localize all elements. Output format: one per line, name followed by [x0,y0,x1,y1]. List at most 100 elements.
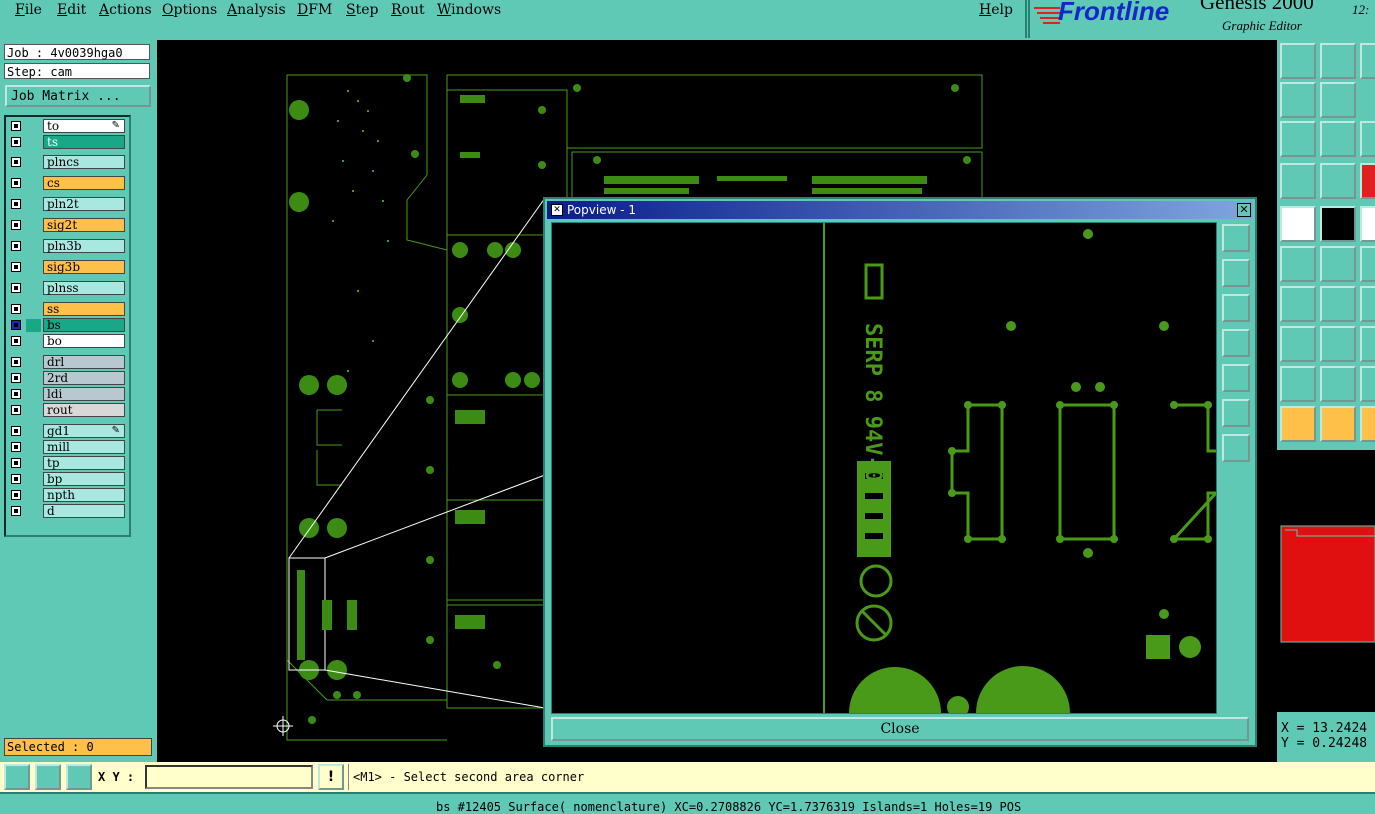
layer-name[interactable]: cs [43,176,125,190]
layer-checkbox[interactable] [11,474,21,484]
layer-checkbox[interactable] [11,373,21,383]
popview-pan-up[interactable] [1222,259,1250,287]
layer-checkbox[interactable] [11,157,21,167]
select-tool[interactable] [1280,206,1316,242]
layer-checkbox[interactable] [11,320,21,330]
layer-row-sig3b[interactable]: sig3b [8,260,126,275]
layer-row-ldi[interactable]: ldi [8,387,126,402]
circle-tool[interactable] [1360,246,1375,282]
popview-canvas[interactable]: SERP 8 94V-0 [551,222,1217,714]
layer-checkbox[interactable] [11,426,21,436]
zoom-home-tool[interactable] [1280,43,1316,79]
menu-windows[interactable]: Windows [437,2,501,18]
layer-checkbox[interactable] [11,283,21,293]
dimension-tool[interactable] [1360,326,1375,362]
window-menu-icon[interactable]: ✕ [551,204,563,216]
pointer-tool[interactable] [1280,406,1316,442]
feature-tool[interactable] [1320,206,1356,242]
layer-row-d[interactable]: d [8,504,126,519]
highlight-tool[interactable] [1360,163,1375,199]
layer-name[interactable]: d [43,504,125,518]
layer-name[interactable]: pln2t [43,197,125,211]
popview-pan-right[interactable] [1222,364,1250,392]
layer-name[interactable]: plncs [43,155,125,169]
layer-row-rout[interactable]: rout [8,403,126,418]
layer-checkbox[interactable] [11,442,21,452]
layer-checkbox[interactable] [11,137,21,147]
minimap[interactable] [1277,450,1375,712]
menu-help[interactable]: Help [979,2,1013,18]
layer-name[interactable]: to ✎ [43,119,125,133]
menu-actions[interactable]: Actions [99,2,152,18]
layer-row-plncs[interactable]: plncs [8,155,126,170]
layer-row-ts[interactable]: ts [8,135,126,150]
popview-zoom-tool[interactable] [1222,224,1250,252]
layer-row-pln3b[interactable]: pln3b [8,239,126,254]
pan-right-tool[interactable] [1320,82,1356,118]
layer-name[interactable]: plnss [43,281,125,295]
popview-zoom-fit[interactable] [1222,399,1250,427]
pan-left-tool[interactable] [1280,82,1316,118]
layer-row-bs[interactable]: bs [8,318,126,333]
layer-name[interactable]: rout [43,403,125,417]
layer-checkbox[interactable] [11,506,21,516]
layer-name[interactable]: ldi [43,387,125,401]
layer-checkbox[interactable] [11,178,21,188]
triangle-tool[interactable] [1280,366,1316,402]
trace-tool[interactable] [1320,326,1356,362]
layer-row-bp[interactable]: bp [8,472,126,487]
layer-name[interactable]: bp [43,472,125,486]
pointer-edit-tool[interactable] [1320,406,1356,442]
menu-analysis[interactable]: Analysis [227,2,286,18]
popview-zoom-home[interactable] [1222,434,1250,462]
ruler-tool[interactable] [1360,206,1375,242]
view-tool[interactable] [1360,121,1375,157]
popview-pan-down[interactable] [1222,294,1250,322]
layer-name[interactable]: mill [43,440,125,454]
popview-close-button[interactable]: Close [551,717,1249,741]
popview-pan-left[interactable] [1222,329,1250,357]
layer-name[interactable]: gd1 ✎ [43,424,125,438]
layer-name[interactable]: sig3b [43,260,125,274]
xy-input[interactable] [145,765,313,789]
cross-tool[interactable] [1320,246,1356,282]
menu-step[interactable]: Step [346,2,378,18]
pad-tool[interactable] [1280,326,1316,362]
measure-tool[interactable] [1280,163,1316,199]
layer-checkbox[interactable] [11,389,21,399]
angle-tool[interactable] [1360,286,1375,322]
layer-row-bo[interactable]: bo [8,334,126,349]
layer-row-sig2t[interactable]: sig2t [8,218,126,233]
layer-checkbox[interactable] [11,304,21,314]
lasso-tool[interactable] [1360,406,1375,442]
layer-row-npth[interactable]: npth [8,488,126,503]
menu-edit[interactable]: Edit [57,2,86,18]
layer-row-to[interactable]: to ✎ [8,119,126,134]
layer-row-mill[interactable]: mill [8,440,126,455]
layer-checkbox[interactable] [11,357,21,367]
layer-name[interactable]: ss [43,302,125,316]
layer-row-ss[interactable]: ss [8,302,126,317]
layer-checkbox[interactable] [11,336,21,346]
alert-button[interactable]: ! [318,764,344,790]
layer-row-tp[interactable]: tp [8,456,126,471]
zoom-area-tool[interactable] [1320,121,1356,157]
layer-name[interactable]: ts [43,135,125,149]
snap-tool[interactable] [1320,163,1356,199]
shape-tool[interactable] [1360,366,1375,402]
menu-rout[interactable]: Rout [391,2,425,18]
layer-checkbox[interactable] [11,199,21,209]
layer-row-pln2t[interactable]: pln2t [8,197,126,212]
angle-mode-button[interactable] [35,764,61,790]
layer-name[interactable]: bo [43,334,125,348]
layer-checkbox[interactable] [11,220,21,230]
layer-name[interactable]: pln3b [43,239,125,253]
zoom-fit-tool[interactable] [1280,121,1316,157]
layer-checkbox[interactable] [11,121,21,131]
layer-row-gd1[interactable]: gd1 ✎ [8,424,126,439]
popview-titlebar[interactable]: ✕ Popview - 1 ✕ [547,201,1253,219]
layer-checkbox[interactable] [11,262,21,272]
menu-dfm[interactable]: DFM [297,2,332,18]
arc-tool[interactable] [1320,286,1356,322]
layer-name[interactable]: bs [43,318,125,332]
